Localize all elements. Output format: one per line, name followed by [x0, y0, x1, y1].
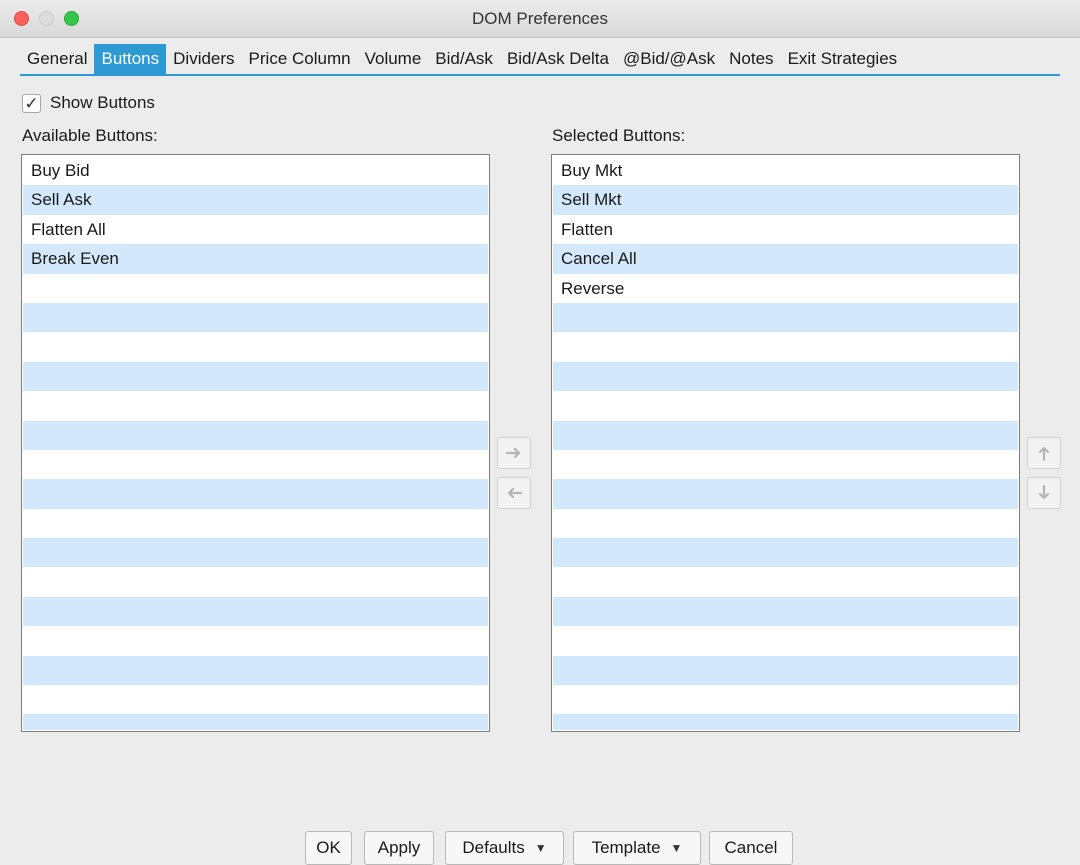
empty-row	[23, 332, 488, 361]
empty-row	[553, 685, 1018, 714]
tab-bar: General Buttons Dividers Price Column Vo…	[20, 44, 1060, 76]
empty-row	[23, 361, 488, 392]
tab-bid-ask[interactable]: Bid/Ask	[428, 44, 500, 74]
arrow-right-icon	[506, 447, 521, 459]
empty-row	[553, 479, 1018, 509]
title-bar: DOM Preferences	[0, 0, 1080, 38]
tab-exit-strategies[interactable]: Exit Strategies	[781, 44, 905, 74]
defaults-dropdown[interactable]: Defaults ▼	[445, 831, 564, 865]
empty-row	[553, 538, 1018, 568]
apply-button[interactable]: Apply	[364, 831, 434, 865]
arrow-up-icon	[1038, 446, 1050, 461]
caret-down-icon: ▼	[670, 841, 683, 855]
tab-notes[interactable]: Notes	[722, 44, 780, 74]
arrow-down-icon	[1038, 485, 1050, 500]
empty-row	[23, 596, 488, 627]
empty-row	[23, 509, 488, 538]
empty-row	[23, 391, 488, 420]
empty-row	[553, 450, 1018, 479]
empty-row	[553, 596, 1018, 627]
move-down-button[interactable]	[1027, 477, 1061, 509]
template-dropdown[interactable]: Template ▼	[573, 831, 701, 865]
arrow-left-icon	[507, 487, 522, 499]
empty-row	[23, 420, 488, 450]
available-buttons-list[interactable]: Buy Bid Sell Ask Flatten All Break Even	[21, 154, 490, 732]
empty-row	[553, 509, 1018, 538]
empty-row	[553, 567, 1018, 596]
list-item[interactable]: Sell Mkt	[553, 185, 1018, 215]
defaults-dropdown-label: Defaults	[462, 838, 525, 857]
empty-row	[23, 567, 488, 596]
ok-button[interactable]: OK	[305, 831, 352, 865]
empty-row	[23, 479, 488, 509]
tab-bid-ask-delta[interactable]: Bid/Ask Delta	[500, 44, 616, 74]
move-right-button[interactable]	[497, 437, 531, 469]
list-item[interactable]: Flatten All	[23, 215, 488, 244]
selected-buttons-list[interactable]: Buy Mkt Sell Mkt Flatten Cancel All Reve…	[551, 154, 1020, 732]
empty-row	[23, 626, 488, 655]
available-buttons-label: Available Buttons:	[22, 126, 158, 145]
caret-down-icon: ▼	[534, 841, 547, 855]
template-dropdown-label: Template	[591, 838, 661, 857]
checkmark-icon: ✓	[24, 93, 39, 113]
cancel-button[interactable]: Cancel	[709, 831, 793, 865]
selected-buttons-label: Selected Buttons:	[552, 126, 686, 145]
empty-row	[553, 714, 1018, 730]
tab-volume[interactable]: Volume	[358, 44, 429, 74]
window-title: DOM Preferences	[471, 9, 609, 28]
list-item[interactable]: Reverse	[553, 274, 1018, 303]
empty-row	[23, 538, 488, 568]
empty-row	[553, 332, 1018, 361]
tab-dividers[interactable]: Dividers	[166, 44, 241, 74]
tab-general[interactable]: General	[20, 44, 94, 74]
show-buttons-label: Show Buttons	[50, 93, 155, 112]
list-item[interactable]: Flatten	[553, 215, 1018, 244]
show-buttons-option[interactable]: ✓ Show Buttons	[22, 91, 155, 115]
empty-row	[553, 361, 1018, 392]
empty-row	[553, 302, 1018, 333]
list-item[interactable]: Break Even	[23, 244, 488, 274]
empty-row	[23, 655, 488, 686]
list-item[interactable]: Buy Bid	[23, 156, 488, 185]
list-item[interactable]: Sell Ask	[23, 185, 488, 215]
list-item[interactable]: Cancel All	[553, 244, 1018, 274]
show-buttons-checkbox[interactable]: ✓	[22, 93, 41, 113]
tab-buttons[interactable]: Buttons	[94, 44, 167, 74]
move-up-button[interactable]	[1027, 437, 1061, 469]
empty-row	[23, 685, 488, 714]
apply-button-label: Apply	[377, 838, 421, 857]
cancel-button-label: Cancel	[724, 838, 778, 857]
list-item[interactable]: Buy Mkt	[553, 156, 1018, 185]
ok-button-label: OK	[316, 838, 341, 857]
empty-row	[23, 450, 488, 479]
empty-row	[553, 391, 1018, 420]
tab-price-column[interactable]: Price Column	[242, 44, 358, 74]
empty-row	[553, 420, 1018, 450]
empty-row	[23, 274, 488, 303]
empty-row	[553, 655, 1018, 686]
move-left-button[interactable]	[497, 477, 531, 509]
empty-row	[23, 302, 488, 333]
tab-at-bid-at-ask[interactable]: @Bid/@Ask	[616, 44, 722, 74]
empty-row	[23, 714, 488, 730]
empty-row	[553, 626, 1018, 655]
